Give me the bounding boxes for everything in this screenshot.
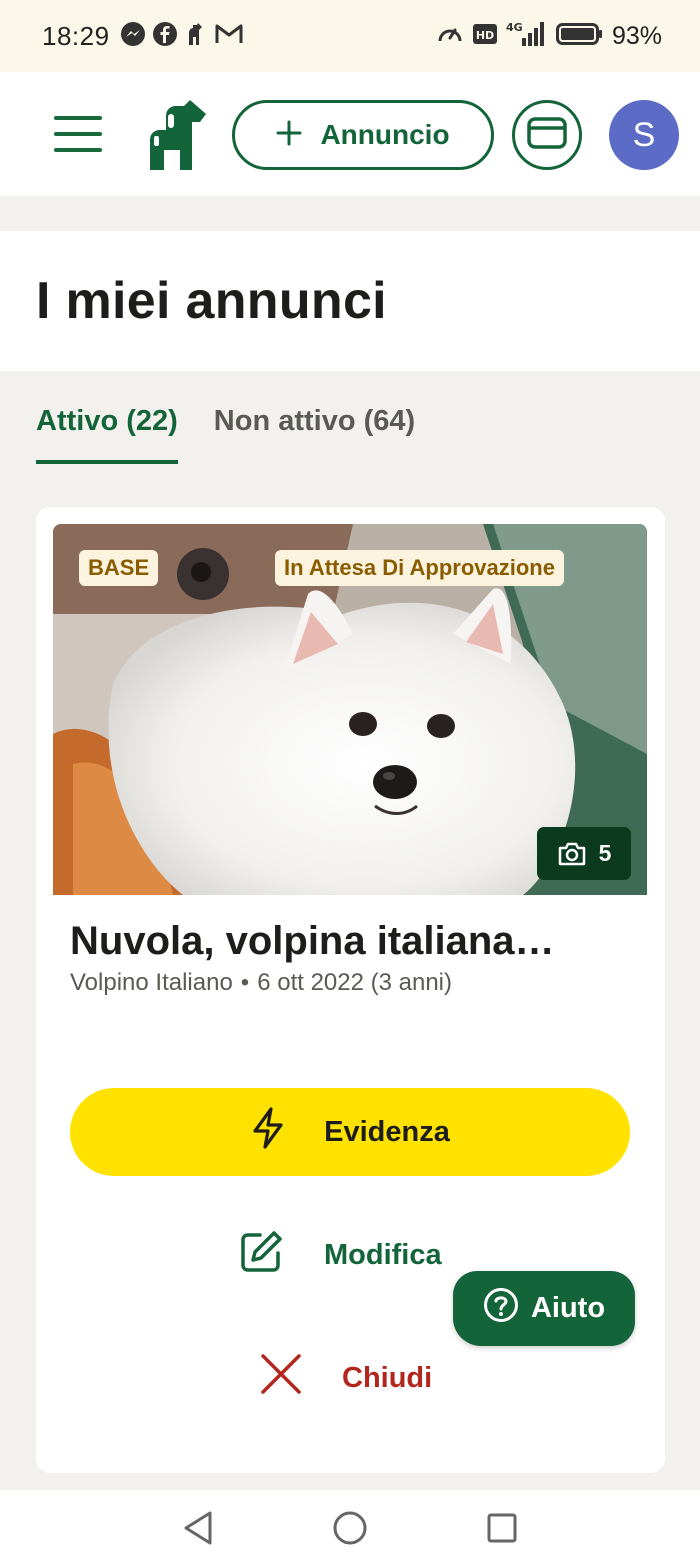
status-time: 18:29 [42,20,110,51]
close-listing-label: Chiudi [342,1361,433,1394]
close-icon [260,1353,302,1403]
avatar[interactable]: S [609,100,679,170]
plan-badge: BASE [79,550,159,586]
signal-icon: 4G [506,20,548,53]
svg-text:4G: 4G [506,21,523,34]
help-icon [483,1287,519,1331]
hd-icon: HD [472,22,498,51]
app-header: Annuncio S [0,72,700,196]
tab-active[interactable]: Attivo (22) [36,405,178,464]
recents-icon[interactable] [482,1508,522,1548]
listing-breed: Volpino Italiano [70,969,233,996]
plus-icon [276,118,302,152]
edit-icon [240,1229,284,1281]
svg-text:HD: HD [476,29,494,42]
tab-inactive[interactable]: Non attivo (64) [214,405,415,464]
status-badge: In Attesa Di Approvazione [275,550,564,586]
add-listing-label: Annuncio [320,119,450,150]
add-listing-button[interactable]: Annuncio [232,100,494,170]
logo-icon[interactable] [146,100,208,170]
lightning-icon [250,1106,286,1158]
battery-icon [555,21,604,52]
home-icon[interactable] [330,1508,370,1548]
listing-tabs: Attivo (22) Non attivo (64) [36,405,415,464]
evidenza-label: Evidenza [324,1115,450,1148]
listing-title[interactable]: Nuvola, volpina italiana… [70,919,630,964]
status-bar: 18:29 HD 4G 93% [0,0,700,72]
system-nav-bar [0,1490,700,1565]
app-icon [184,21,208,52]
edit-button[interactable]: Modifica [240,1229,442,1281]
meta-separator: • [240,969,250,996]
menu-icon[interactable] [54,116,102,152]
close-listing-button[interactable]: Chiudi [260,1353,432,1403]
gmail-icon [214,22,244,51]
edit-label: Modifica [324,1238,442,1271]
speedometer-icon [436,21,464,52]
listing-date: 6 ott 2022 (3 anni) [257,969,453,996]
listing-meta: Volpino Italiano • 6 ott 2022 (3 anni) [70,969,452,997]
battery-percent: 93% [611,21,662,50]
listing-photo[interactable]: BASE In Attesa Di Approvazione 5 [53,524,647,895]
help-label: Aiuto [530,1292,606,1324]
evidenza-button[interactable]: Evidenza [70,1088,630,1176]
facebook-icon [152,21,178,52]
messages-button[interactable] [512,100,582,170]
camera-icon [557,841,587,867]
mail-icon [527,116,567,154]
back-icon[interactable] [178,1508,218,1548]
photo-count-badge[interactable]: 5 [537,827,631,880]
page-title: I miei annunci [36,272,387,330]
photo-count: 5 [598,840,612,866]
messenger-icon [120,21,146,52]
help-button[interactable]: Aiuto [453,1271,635,1346]
title-section: I miei annunci [0,231,700,371]
